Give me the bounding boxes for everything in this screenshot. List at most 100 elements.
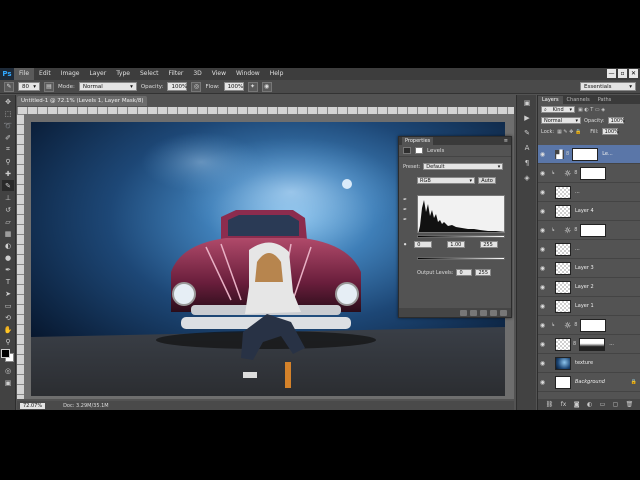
input-gamma-field[interactable]: 1.00 bbox=[447, 241, 466, 248]
white-point-eyedropper-icon[interactable]: ✒ bbox=[403, 217, 407, 223]
menu-help[interactable]: Help bbox=[265, 68, 289, 80]
mask-icon[interactable] bbox=[415, 147, 423, 154]
layer-name[interactable]: Background bbox=[575, 379, 605, 385]
new-group-icon[interactable]: ▭ bbox=[600, 401, 606, 408]
menu-layer[interactable]: Layer bbox=[84, 68, 111, 80]
clone-stamp-tool-icon[interactable]: ⊥ bbox=[2, 192, 14, 203]
eyedropper-tool-icon[interactable]: ⚲ bbox=[2, 156, 14, 167]
path-select-tool-icon[interactable]: ➤ bbox=[2, 288, 14, 299]
layer-name[interactable]: ... bbox=[609, 341, 614, 347]
actions-icon[interactable]: ▶ bbox=[521, 114, 533, 125]
delete-icon[interactable] bbox=[500, 309, 507, 316]
eye-icon[interactable]: ◉ bbox=[538, 151, 547, 158]
zoom-tool-icon[interactable]: ⚲ bbox=[2, 336, 14, 347]
eye-icon[interactable]: ◉ bbox=[538, 227, 547, 234]
layer-name[interactable]: ... bbox=[575, 189, 580, 195]
new-adjustment-icon[interactable]: ◐ bbox=[587, 401, 592, 408]
healing-brush-tool-icon[interactable]: ✚ bbox=[2, 168, 14, 179]
layer-opacity-field[interactable]: 100% bbox=[607, 117, 625, 124]
eye-icon[interactable]: ◉ bbox=[538, 360, 547, 367]
eye-icon[interactable]: ◉ bbox=[538, 170, 547, 177]
black-point-eyedropper-icon[interactable]: ✒ bbox=[403, 197, 407, 203]
pressure-opacity-icon[interactable]: ◎ bbox=[191, 81, 202, 92]
menu-edit[interactable]: Edit bbox=[34, 68, 56, 80]
blend-mode-select[interactable]: Normal ▾ bbox=[541, 117, 581, 124]
maximize-button[interactable]: ▫ bbox=[618, 69, 627, 78]
eye-icon[interactable]: ◉ bbox=[538, 303, 547, 310]
panel-menu-icon[interactable]: ≡ bbox=[504, 138, 508, 144]
layer-row[interactable]: ◉ Layer 4 bbox=[538, 202, 640, 221]
properties-tab[interactable]: Properties bbox=[402, 137, 434, 145]
opacity-field[interactable]: 100% bbox=[167, 82, 188, 91]
layer-name[interactable]: Le... bbox=[602, 151, 613, 157]
layer-name[interactable]: ... bbox=[575, 246, 580, 252]
layer-row[interactable]: ◉ texture bbox=[538, 354, 640, 373]
pressure-size-icon[interactable]: ◉ bbox=[261, 81, 272, 92]
paragraph-icon[interactable]: ¶ bbox=[521, 159, 533, 170]
dodge-tool-icon[interactable]: ● bbox=[2, 252, 14, 263]
3d-tool-icon[interactable]: ⟲ bbox=[2, 312, 14, 323]
tool-presets-icon[interactable]: ◈ bbox=[521, 174, 533, 185]
layer-mask-thumbnail[interactable] bbox=[579, 337, 606, 351]
reset-icon[interactable] bbox=[480, 309, 487, 316]
menu-image[interactable]: Image bbox=[56, 68, 85, 80]
minimize-button[interactable]: — bbox=[607, 69, 616, 78]
new-layer-icon[interactable]: ▢ bbox=[613, 401, 619, 408]
lock-icons[interactable]: ▦ ✎ ✥ 🔒 bbox=[557, 129, 581, 135]
marquee-tool-icon[interactable]: ⬚ bbox=[2, 108, 14, 119]
eye-icon[interactable]: ◉ bbox=[538, 379, 547, 386]
layer-mask-thumbnail[interactable] bbox=[580, 166, 607, 180]
quick-select-tool-icon[interactable]: ✐ bbox=[2, 132, 14, 143]
close-button[interactable]: ✕ bbox=[629, 69, 638, 78]
layer-mask-thumbnail[interactable] bbox=[580, 223, 607, 237]
screen-mode-icon[interactable]: ▣ bbox=[2, 377, 14, 388]
menu-select[interactable]: Select bbox=[135, 68, 164, 80]
layer-row[interactable]: ◉ ↳ ☼ 8 bbox=[538, 164, 640, 183]
layer-row[interactable]: ◉ Layer 2 bbox=[538, 278, 640, 297]
crop-tool-icon[interactable]: ⌗ bbox=[2, 144, 14, 155]
gradient-tool-icon[interactable]: ▦ bbox=[2, 228, 14, 239]
view-previous-icon[interactable] bbox=[470, 309, 477, 316]
input-white-field[interactable]: 255 bbox=[480, 241, 499, 248]
delete-layer-icon[interactable]: 🗑 bbox=[626, 401, 634, 408]
link-layers-icon[interactable]: ⛓ bbox=[546, 401, 554, 408]
layer-row[interactable]: ◉ ▟ 8 Le... bbox=[538, 145, 640, 164]
input-levels-slider[interactable] bbox=[417, 235, 505, 238]
menu-filter[interactable]: Filter bbox=[164, 68, 189, 80]
vertical-ruler[interactable] bbox=[17, 114, 24, 399]
document-tab[interactable]: Untitled-1 @ 72.1% (Levels 1, Layer Mask… bbox=[17, 96, 147, 114]
gray-point-eyedropper-icon[interactable]: ✒ bbox=[403, 207, 407, 213]
horizontal-ruler[interactable] bbox=[17, 107, 514, 114]
preset-select[interactable]: Default ▾ bbox=[423, 163, 504, 170]
move-tool-icon[interactable]: ✥ bbox=[2, 96, 14, 107]
layer-mask-thumbnail[interactable] bbox=[572, 147, 599, 161]
lasso-tool-icon[interactable]: ➰ bbox=[2, 120, 14, 131]
eye-icon[interactable]: ◉ bbox=[538, 284, 547, 291]
layer-row[interactable]: ◉ ↳ ☼ 8 bbox=[538, 221, 640, 240]
layer-mask-thumbnail[interactable] bbox=[580, 318, 607, 332]
layer-name[interactable]: Layer 1 bbox=[575, 303, 594, 309]
brush-tool-preset-icon[interactable]: ✎ bbox=[4, 81, 14, 92]
eye-icon[interactable]: ◉ bbox=[538, 246, 547, 253]
layer-name[interactable]: texture bbox=[575, 360, 593, 366]
filter-kind-select[interactable]: ⌕ Kind ▾ bbox=[541, 106, 575, 113]
clip-to-layer-icon[interactable] bbox=[460, 309, 467, 316]
layer-row[interactable]: ◉ ... bbox=[538, 183, 640, 202]
output-black-field[interactable]: 0 bbox=[456, 269, 473, 276]
menu-view[interactable]: View bbox=[207, 68, 231, 80]
input-black-field[interactable]: 0 bbox=[414, 241, 433, 248]
eye-icon[interactable]: ◉ bbox=[538, 208, 547, 215]
layer-row[interactable]: ◉ 8 ... bbox=[538, 335, 640, 354]
channel-select[interactable]: RGB ▾ bbox=[417, 177, 475, 184]
layer-row[interactable]: ◉ Layer 1 bbox=[538, 297, 640, 316]
fill-field[interactable]: 100% bbox=[601, 128, 619, 135]
tab-layers[interactable]: Layers bbox=[538, 96, 563, 104]
color-swatches[interactable] bbox=[1, 349, 15, 363]
add-mask-icon[interactable]: ◙ bbox=[574, 401, 580, 408]
layer-style-icon[interactable]: fx bbox=[561, 401, 567, 408]
mode-select[interactable]: Normal ▾ bbox=[78, 82, 137, 91]
flow-field[interactable]: 100% bbox=[223, 82, 244, 91]
tab-channels[interactable]: Channels bbox=[563, 96, 594, 104]
menu-window[interactable]: Window bbox=[231, 68, 265, 80]
brush-size-picker[interactable]: 80 ▾ bbox=[18, 82, 40, 91]
